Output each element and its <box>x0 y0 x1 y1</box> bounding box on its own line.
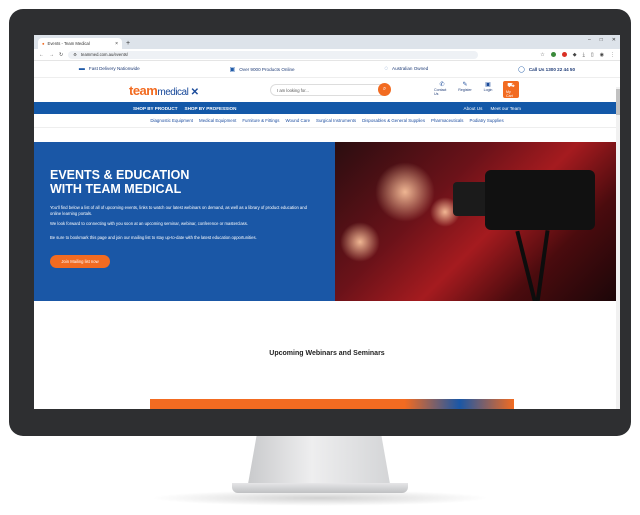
login-label: Login <box>483 88 493 92</box>
phone-icon: ✆ <box>439 82 445 88</box>
tripod-leg <box>534 230 550 301</box>
monitor-base <box>232 483 408 493</box>
hero-paragraph: You'll find below a list of all of upcom… <box>50 205 307 216</box>
scrollbar[interactable] <box>616 87 620 409</box>
info-text: Fast Delivery Nationwide <box>88 66 140 71</box>
user-icon: ▣ <box>485 82 491 88</box>
url-text: teammed.com.au/events/ <box>80 52 128 57</box>
webinar-banner[interactable] <box>150 399 514 409</box>
map-icon: ◌ <box>384 66 389 72</box>
section-title: Upcoming Webinars and Seminars <box>269 350 385 357</box>
star-icon[interactable]: ☆ <box>540 52 544 58</box>
category-link[interactable]: Furniture & Fittings <box>242 118 279 123</box>
stage-light <box>340 222 380 262</box>
scrollbar-thumb[interactable] <box>616 89 620 115</box>
logo-medical: medical <box>157 87 189 98</box>
back-icon[interactable]: ← <box>39 52 44 58</box>
search-button[interactable]: ⌕ <box>378 83 391 96</box>
extension-icon[interactable] <box>561 52 567 57</box>
favicon-icon: ● <box>42 41 45 46</box>
nav-shop-by-profession[interactable]: SHOP BY PROFESSION <box>185 106 237 111</box>
category-link[interactable]: Medical Equipment <box>199 118 236 123</box>
close-window-button[interactable]: ✕ <box>612 37 616 43</box>
extension-icon[interactable] <box>550 52 556 57</box>
download-icon[interactable]: ⤓ <box>583 52 585 58</box>
monitor-bezel: ● Events - Team Medical × + – □ ✕ ← → ↻ … <box>9 9 631 436</box>
menu-icon[interactable]: ⋮ <box>610 52 615 58</box>
category-link[interactable]: Podiatry Supplies <box>470 118 504 123</box>
forward-icon[interactable]: → <box>49 52 54 58</box>
window-controls: – □ ✕ <box>588 37 616 43</box>
truck-icon: ▬ <box>78 66 85 72</box>
logo-mark-icon: ✕ <box>188 87 199 98</box>
header: teammedical ✕ I am looking for... ⌕ ✆ Con… <box>34 78 620 102</box>
nav-right: About Us Meet our Team <box>464 106 521 111</box>
maximize-button[interactable]: □ <box>600 37 603 43</box>
info-text: Australian Owned <box>392 66 429 71</box>
phone-circle-icon: ◯ <box>518 66 525 73</box>
logo-team: team <box>129 83 158 98</box>
info-delivery: ▬ Fast Delivery Nationwide <box>79 66 140 72</box>
browser-tabbar: ● Events - Team Medical × + – □ ✕ <box>34 35 620 49</box>
nav-meet-our-team[interactable]: Meet our Team <box>490 106 521 111</box>
hero-paragraph: Be sure to bookmark this page and join o… <box>50 235 257 240</box>
profile-icon[interactable]: ◉ <box>600 52 604 58</box>
hero-paragraph: We look forward to connecting with you s… <box>50 221 249 226</box>
search-icon: ⌕ <box>382 86 387 92</box>
category-link[interactable]: Wound Care <box>285 118 310 123</box>
call-text: Call Us 1300 22 44 50 <box>528 66 576 72</box>
category-link[interactable]: Surgical Instruments <box>316 118 356 123</box>
monitor-stand <box>248 436 390 484</box>
info-call[interactable]: ◯ Call Us 1300 22 44 50 <box>518 66 575 73</box>
hero-text-panel: EVENTS & EDUCATION WITH TEAM MEDICAL You… <box>34 142 335 301</box>
tripod-leg <box>515 230 539 301</box>
tab-title: Events - Team Medical <box>47 41 90 46</box>
extensions: ☆ ◆ ⤓ ▯ ◉ ⋮ <box>540 52 615 58</box>
url-field[interactable]: ⚙ teammed.com.au/events/ <box>68 50 479 59</box>
camera-body <box>485 170 595 230</box>
category-link[interactable]: Diagnostic Equipment <box>150 118 193 123</box>
category-bar: Diagnostic Equipment Medical Equipment F… <box>34 114 620 128</box>
nav-shop-by-product[interactable]: SHOP BY PRODUCT <box>133 106 178 111</box>
site-logo[interactable]: teammedical ✕ <box>129 83 199 98</box>
category-link[interactable]: Disposables & General Supplies <box>362 118 425 123</box>
info-text: Over 9000 Products Online <box>239 66 295 72</box>
register-label: Register <box>458 88 472 92</box>
cart-label: My Cart <box>506 90 513 98</box>
stage-light <box>375 162 435 222</box>
sidepanel-icon[interactable]: ▯ <box>591 52 594 58</box>
hero-image-camera <box>335 142 620 301</box>
cart-button[interactable]: ⛟ My Cart <box>503 81 519 98</box>
boxes-icon: ▣ <box>229 66 236 73</box>
puzzle-icon[interactable]: ◆ <box>573 52 577 58</box>
close-tab-icon[interactable]: × <box>115 41 118 47</box>
cart-icon: ⛟ <box>507 83 515 89</box>
browser-tab[interactable]: ● Events - Team Medical × <box>38 38 122 49</box>
hero-title: EVENTS & EDUCATION WITH TEAM MEDICAL <box>50 168 190 196</box>
contact-label: Contact Us <box>434 88 447 96</box>
info-products: ▣ Over 9000 Products Online <box>230 66 295 73</box>
nav-about-us[interactable]: About Us <box>464 106 483 111</box>
contact-button[interactable]: ✆ Contact Us <box>434 81 450 98</box>
site-info-icon[interactable]: ⚙ <box>73 52 77 57</box>
new-tab-button[interactable]: + <box>126 38 130 49</box>
header-icons: ✆ Contact Us ✎ Register ▣ Login ⛟ My Cart <box>434 81 519 98</box>
category-link[interactable]: Pharmaceuticals <box>431 118 463 123</box>
register-icon: ✎ <box>462 82 468 88</box>
monitor-screen: ● Events - Team Medical × + – □ ✕ ← → ↻ … <box>34 35 620 409</box>
search-input[interactable]: I am looking for... <box>270 84 390 96</box>
reload-icon[interactable]: ↻ <box>59 52 63 58</box>
register-button[interactable]: ✎ Register <box>457 81 473 98</box>
info-owned: ◌ Australian Owned <box>384 66 428 72</box>
login-button[interactable]: ▣ Login <box>480 81 496 98</box>
join-mailing-list-button[interactable]: Join Mailing list now <box>50 255 110 268</box>
main-nav: SHOP BY PRODUCT SHOP BY PROFESSION About… <box>34 102 620 114</box>
address-bar: ← → ↻ ⚙ teammed.com.au/events/ ☆ ◆ ⤓ ▯ ◉… <box>34 49 620 61</box>
hero-banner: EVENTS & EDUCATION WITH TEAM MEDICAL You… <box>34 142 620 301</box>
minimize-button[interactable]: – <box>588 37 591 43</box>
info-bar: ▬ Fast Delivery Nationwide ▣ Over 9000 Pro… <box>34 61 620 78</box>
